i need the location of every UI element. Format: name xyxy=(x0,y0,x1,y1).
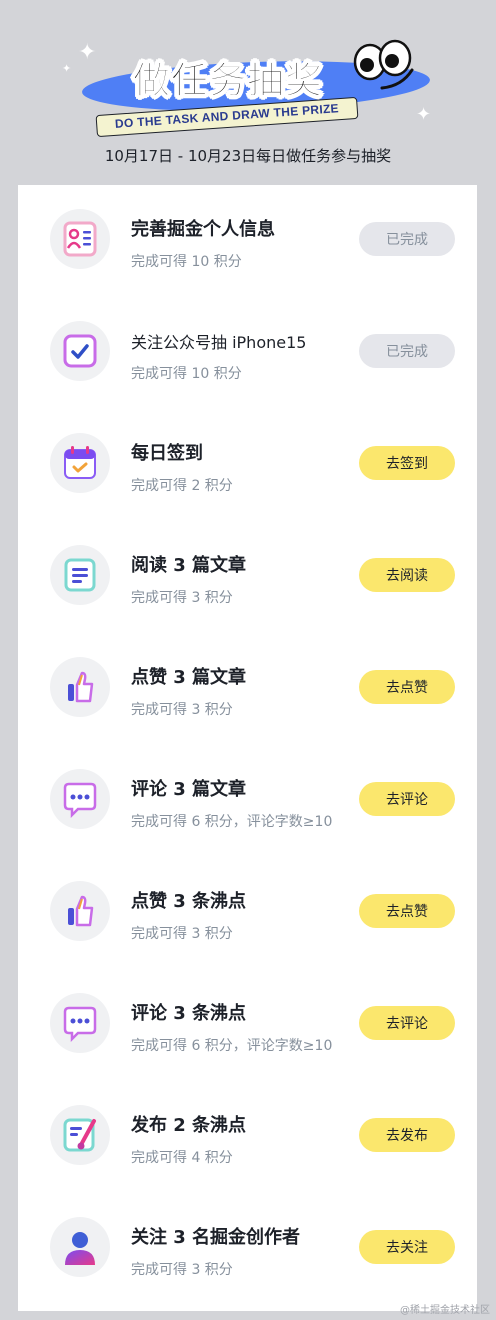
event-period: 10月17日 - 10月23日每日做任务参与抽奖 xyxy=(104,147,392,165)
list-item: 发布 2 条沸点 完成可得 4 积分 去发布 xyxy=(18,1081,477,1193)
task-title: 关注 3 名掘金创作者 xyxy=(131,1227,301,1248)
list-item: 评论 3 篇文章 完成可得 6 积分，评论字数≥10 去评论 xyxy=(18,745,477,857)
task-title: 点赞 3 篇文章 xyxy=(131,667,247,688)
task-reward: 完成可得 4 积分 xyxy=(131,1150,233,1166)
task-title: 发布 2 条沸点 xyxy=(131,1115,247,1136)
edit-post-icon xyxy=(50,1105,110,1165)
profile-card-icon xyxy=(50,209,110,269)
task-title: 每日签到 xyxy=(131,443,203,464)
watermark: @稀土掘金技术社区 xyxy=(400,1305,490,1316)
checkbox-icon xyxy=(50,321,110,381)
thumbs-up-icon xyxy=(50,657,110,717)
task-reward: 完成可得 10 积分 xyxy=(131,366,242,382)
list-item: 评论 3 条沸点 完成可得 6 积分，评论字数≥10 去评论 xyxy=(18,969,477,1081)
task-reward: 完成可得 2 积分 xyxy=(131,478,233,494)
sparkle-icon: ✦ xyxy=(416,104,432,125)
task-reward: 完成可得 3 积分 xyxy=(131,590,233,606)
task-title: 关注公众号抽 iPhone15 xyxy=(131,333,307,352)
calendar-check-icon xyxy=(50,433,110,493)
user-follow-icon xyxy=(50,1217,110,1277)
task-list: 完善掘金个人信息 完成可得 10 积分 已完成 关注公众号抽 iPhone15 … xyxy=(18,185,477,1311)
task-action-button[interactable]: 去评论 xyxy=(359,782,455,816)
task-action-button[interactable]: 去发布 xyxy=(359,1118,455,1152)
thumbs-up-icon xyxy=(50,881,110,941)
task-reward: 完成可得 10 积分 xyxy=(131,254,242,270)
task-action-button[interactable]: 去点赞 xyxy=(359,670,455,704)
cartoon-eyes-icon xyxy=(353,39,414,90)
task-title: 评论 3 条沸点 xyxy=(131,1003,247,1024)
task-action-button[interactable]: 去签到 xyxy=(359,446,455,480)
task-reward: 完成可得 3 积分 xyxy=(131,1262,233,1278)
task-title: 阅读 3 篇文章 xyxy=(131,555,247,576)
task-action-button[interactable]: 去关注 xyxy=(359,1230,455,1264)
comment-icon xyxy=(50,993,110,1053)
task-action-button[interactable]: 去点赞 xyxy=(359,894,455,928)
list-item: 点赞 3 条沸点 完成可得 3 积分 去点赞 xyxy=(18,857,477,969)
list-item: 关注 3 名掘金创作者 完成可得 3 积分 去关注 xyxy=(18,1193,477,1305)
banner-headline: 做任务抽奖 xyxy=(133,59,323,103)
task-title: 评论 3 篇文章 xyxy=(131,779,247,800)
comment-icon xyxy=(50,769,110,829)
list-item: 阅读 3 篇文章 完成可得 3 积分 去阅读 xyxy=(18,521,477,633)
task-done-button[interactable]: 已完成 xyxy=(359,334,455,368)
task-reward: 完成可得 3 积分 xyxy=(131,702,233,718)
task-reward: 完成可得 6 积分，评论字数≥10 xyxy=(131,814,333,830)
task-done-button[interactable]: 已完成 xyxy=(359,222,455,256)
list-item: 每日签到 完成可得 2 积分 去签到 xyxy=(18,409,477,521)
list-item: 关注公众号抽 iPhone15 完成可得 10 积分 已完成 xyxy=(18,297,477,409)
task-title: 点赞 3 条沸点 xyxy=(131,891,247,912)
article-icon xyxy=(50,545,110,605)
task-reward: 完成可得 3 积分 xyxy=(131,926,233,942)
banner: ✦ ✦ ✦ 做任务抽奖 DO THE TASK AND DRAW THE PRI… xyxy=(0,0,496,185)
list-item: 点赞 3 篇文章 完成可得 3 积分 去点赞 xyxy=(18,633,477,745)
task-action-button[interactable]: 去评论 xyxy=(359,1006,455,1040)
task-action-button[interactable]: 去阅读 xyxy=(359,558,455,592)
list-item: 完善掘金个人信息 完成可得 10 积分 已完成 xyxy=(18,185,477,297)
task-reward: 完成可得 6 积分，评论字数≥10 xyxy=(131,1038,333,1054)
task-title: 完善掘金个人信息 xyxy=(131,219,275,240)
